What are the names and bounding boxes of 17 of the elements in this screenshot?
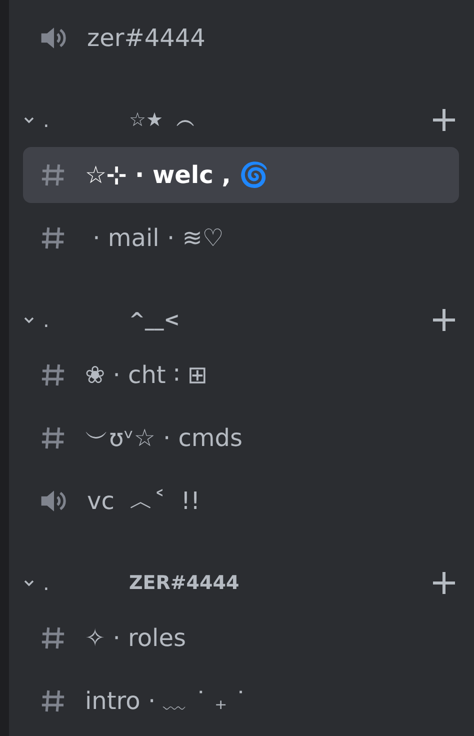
- category-title[interactable]: ZER#4444: [129, 572, 431, 594]
- category-title[interactable]: ^__<: [129, 309, 431, 331]
- channel-item[interactable]: vc ︿˂ !!: [23, 473, 459, 529]
- add-icon[interactable]: [431, 307, 457, 333]
- channel-item[interactable]: ︶ʊᵛ☆ · cmds: [23, 410, 459, 466]
- channel-item[interactable]: · mail · ≋♡: [23, 210, 459, 266]
- channel-item[interactable]: intro · ﹏ ˙ ₊ ˙: [23, 673, 459, 729]
- category-prefix: .: [43, 571, 50, 595]
- add-icon[interactable]: [431, 570, 457, 596]
- category-title[interactable]: ☆★ ︵: [129, 107, 431, 133]
- channel-item[interactable]: ☆⊹ · welc , 🌀: [23, 147, 459, 203]
- add-icon[interactable]: [431, 107, 457, 133]
- channel-item[interactable]: ❀ · cht ∶ ⊞: [23, 347, 459, 403]
- channel-item[interactable]: zer#4444: [23, 10, 459, 66]
- category-prefix: .: [43, 108, 50, 132]
- category-prefix: .: [43, 308, 50, 332]
- channel-item[interactable]: ✧ · roles: [23, 610, 459, 666]
